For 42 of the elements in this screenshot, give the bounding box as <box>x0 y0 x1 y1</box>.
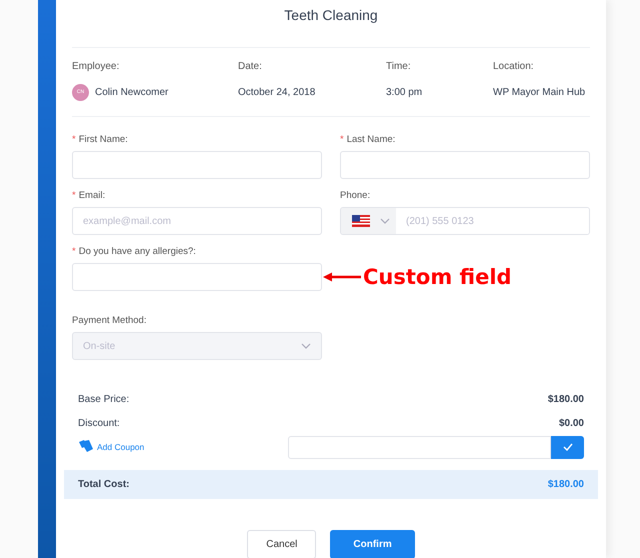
required-mark: * <box>72 190 76 201</box>
chevron-icon <box>380 218 390 224</box>
field-label: Phone: <box>340 190 370 201</box>
price-value: $0.00 <box>558 418 584 428</box>
required-mark: * <box>72 134 76 145</box>
annotation-label: Custom field <box>363 265 512 289</box>
detail-label: Time: <box>386 61 412 72</box>
chevron-icon <box>301 343 311 349</box>
field-label: Payment Method: <box>72 315 146 326</box>
coupon-icon <box>78 439 94 455</box>
detail-value: October 24, 2018 <box>238 86 316 98</box>
phone-field[interactable]: (201) 555 0123 <box>340 207 590 235</box>
required-mark: * <box>72 246 76 257</box>
arrow-icon <box>323 272 361 282</box>
field-label: First Name: <box>78 134 128 145</box>
cancel-button[interactable]: Cancel <box>247 530 316 558</box>
total-label: Total Cost: <box>78 479 130 490</box>
input-field[interactable] <box>72 151 322 179</box>
check-icon <box>562 443 572 451</box>
apply-coupon-button[interactable] <box>551 436 584 458</box>
field-label: Do you have any allergies?: <box>78 246 196 257</box>
input-field[interactable]: example@mail.com <box>72 207 322 235</box>
price-label: Discount: <box>78 418 120 428</box>
detail-label: Employee: <box>72 61 120 72</box>
price-label: Base Price: <box>78 394 130 404</box>
price-value: $180.00 <box>548 394 584 404</box>
required-mark: * <box>340 134 344 145</box>
input-field[interactable] <box>72 263 322 291</box>
detail-value: 3:00 pm <box>386 86 422 98</box>
detail-value: WP Mayor Main Hub <box>493 86 586 98</box>
coupon-field[interactable] <box>288 436 551 458</box>
detail-label: Date: <box>238 61 263 72</box>
field-label: Last Name: <box>346 134 396 145</box>
input-field[interactable] <box>340 151 590 179</box>
flag-icon <box>352 215 370 227</box>
total-value: $180.00 <box>548 479 584 490</box>
field-label: Email: <box>78 190 106 201</box>
confirm-button[interactable]: Confirm <box>330 530 415 558</box>
add-coupon-link[interactable]: Add Coupon <box>78 439 144 455</box>
detail-label: Location: <box>493 61 535 72</box>
service-title: Teeth Cleaning <box>283 7 379 25</box>
detail-value: Colin Newcomer <box>95 86 168 98</box>
